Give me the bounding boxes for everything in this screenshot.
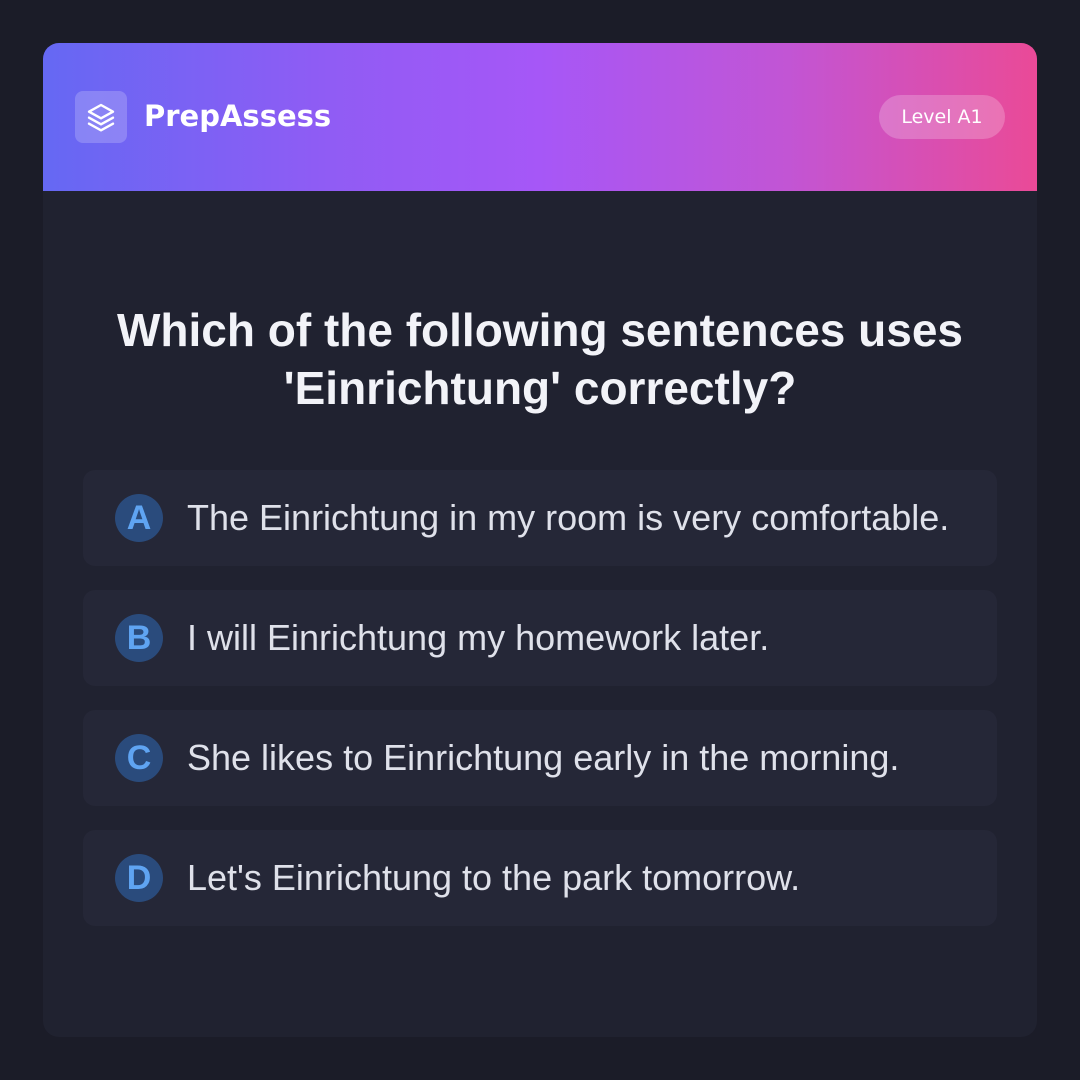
answer-options: A The Einrichtung in my room is very com…	[83, 470, 997, 950]
option-c[interactable]: C She likes to Einrichtung early in the …	[83, 710, 997, 806]
option-text: She likes to Einrichtung early in the mo…	[187, 737, 900, 778]
option-letter-badge: B	[115, 614, 163, 662]
question-text: Which of the following sentences uses 'E…	[117, 304, 963, 414]
brand-name: PrepAssess	[144, 99, 332, 133]
option-text: The Einrichtung in my room is very comfo…	[187, 497, 950, 538]
option-text: Let's Einrichtung to the park tomorrow.	[187, 857, 801, 898]
option-text: I will Einrichtung my homework later.	[187, 617, 770, 658]
option-letter-badge: A	[115, 494, 163, 542]
app-logo	[75, 91, 127, 143]
level-badge: Level A1	[879, 95, 1005, 139]
layers-icon	[87, 103, 115, 132]
option-letter-badge: D	[115, 854, 163, 902]
quiz-card: PrepAssess Level A1 Which of the followi…	[43, 43, 1037, 1037]
quiz-header: PrepAssess Level A1	[43, 43, 1037, 191]
option-b[interactable]: B I will Einrichtung my homework later.	[83, 590, 997, 686]
option-letter-badge: C	[115, 734, 163, 782]
option-a[interactable]: A The Einrichtung in my room is very com…	[83, 470, 997, 566]
option-d[interactable]: D Let's Einrichtung to the park tomorrow…	[83, 830, 997, 926]
